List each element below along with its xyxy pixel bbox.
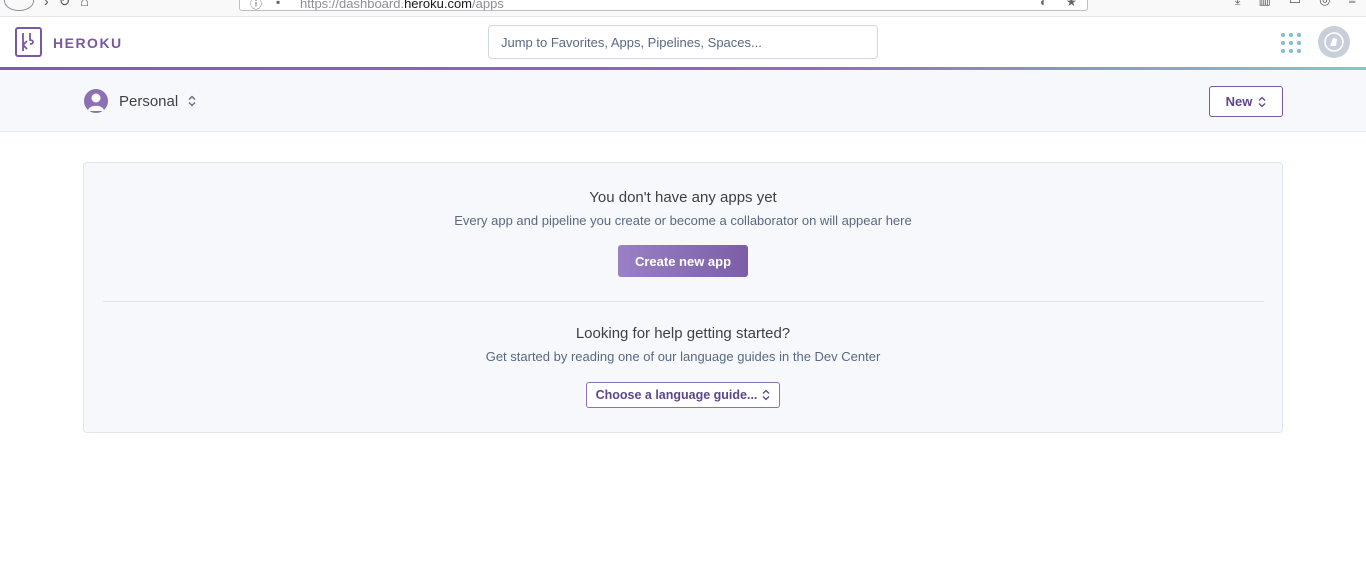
back-icon[interactable]: [4, 0, 34, 11]
page-actions-icon[interactable]: ◐: [1040, 0, 1047, 9]
user-avatar[interactable]: [1318, 26, 1350, 58]
team-switcher[interactable]: Personal: [84, 89, 196, 113]
home-icon[interactable]: ⌂: [80, 0, 88, 9]
browser-extras: ⤓ ▥ ▭ ◎ ≡: [1235, 0, 1356, 8]
account-icon[interactable]: ◎: [1319, 0, 1330, 8]
person-glyph: [88, 93, 104, 111]
chevron-up-down-icon: [188, 95, 196, 107]
heroku-logo-icon[interactable]: [15, 27, 42, 57]
browser-nav: › ↻ ⌂: [4, 0, 89, 11]
logo-glyph: [22, 33, 34, 51]
url-prefix: https://dashboard.: [300, 0, 405, 11]
search-input[interactable]: [488, 25, 878, 59]
menu-icon[interactable]: ≡: [1348, 0, 1356, 8]
reload-icon[interactable]: ↻: [59, 0, 71, 10]
library-icon[interactable]: ▥: [1258, 0, 1270, 8]
forward-icon[interactable]: ›: [44, 0, 49, 9]
language-guide-label: Choose a language guide...: [595, 388, 758, 402]
info-icon[interactable]: ⓘ: [250, 0, 262, 12]
apps-grid-icon[interactable]: [1281, 33, 1301, 53]
context-bar: Personal New: [0, 70, 1366, 132]
lock-icon: ▪: [276, 0, 281, 9]
help-subtitle: Get started by reading one of our langua…: [485, 349, 881, 364]
address-bar[interactable]: ⓘ ▪ https://dashboard.heroku.com/apps ◐ …: [239, 0, 1088, 11]
language-guide-select[interactable]: Choose a language guide...: [586, 382, 780, 408]
avatar-icon: [1324, 32, 1344, 52]
chevron-up-down-icon: [762, 389, 770, 401]
url-path: /apps: [472, 0, 504, 11]
bookmark-star-icon[interactable]: ★: [1066, 0, 1077, 9]
sidebar-icon[interactable]: ▭: [1289, 0, 1301, 8]
empty-state-panel: You don't have any apps yet Every app an…: [83, 162, 1283, 433]
empty-state-title: You don't have any apps yet: [589, 189, 777, 206]
url-domain: heroku.com: [404, 0, 472, 11]
new-button[interactable]: New: [1209, 86, 1283, 117]
browser-toolbar: › ↻ ⌂ ⓘ ▪ https://dashboard.heroku.com/a…: [0, 0, 1366, 17]
help-title: Looking for help getting started?: [575, 325, 791, 342]
chevron-up-down-icon: [1258, 96, 1266, 107]
download-icon[interactable]: ⤓: [1235, 0, 1241, 8]
empty-state-subtitle: Every app and pipeline you create or bec…: [454, 213, 912, 228]
person-icon: [84, 89, 108, 113]
app-header: HEROKU: [0, 17, 1366, 70]
url-text: https://dashboard.heroku.com/apps: [300, 0, 504, 11]
team-label: Personal: [119, 92, 179, 110]
new-button-label: New: [1225, 94, 1253, 109]
brand-name[interactable]: HEROKU: [53, 35, 123, 51]
divider: [103, 301, 1264, 302]
create-new-app-button[interactable]: Create new app: [618, 245, 748, 277]
